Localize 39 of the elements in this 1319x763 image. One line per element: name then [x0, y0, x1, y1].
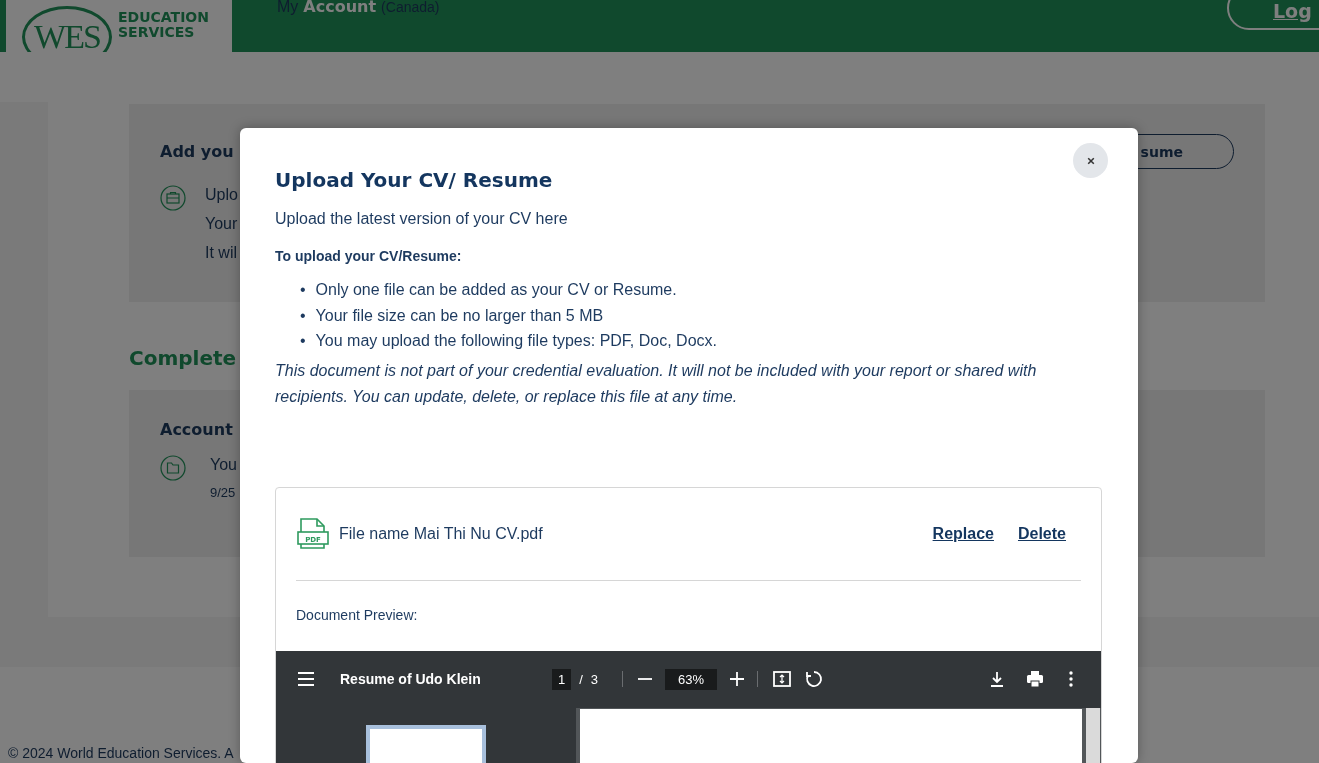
bullet-marker: •: [300, 280, 306, 300]
note-text: This document is not part of your credential evaluation. It will not be included with your report or shared with recipients. You can update, delete, or replace this file at any time.: [275, 360, 1038, 407]
print-icon[interactable]: [1025, 669, 1045, 689]
folder-icon: [160, 455, 186, 481]
card-heading: Account: [160, 420, 234, 439]
bullet-marker: •: [300, 331, 306, 351]
fit-page-icon[interactable]: [772, 669, 793, 689]
logo-text: SERVICES: [118, 25, 196, 40]
file-name: File name Mai Thi Nu CV.pdf: [339, 524, 544, 543]
page-separator: /: [579, 671, 583, 687]
scrollbar[interactable]: [1086, 707, 1100, 763]
logo-text: EDUCATION: [118, 10, 209, 25]
zoom-field[interactable]: 63%: [665, 668, 718, 690]
card-text: It wil: [205, 244, 238, 262]
rule-item: You may upload the following file types: PDF, Doc, Docx.: [315, 331, 717, 351]
rule-item: Only one file can be added as your CV or Resume.: [315, 280, 677, 300]
close-button[interactable]: [1073, 143, 1108, 178]
copyright-text: © 2024 World Education Services. A: [7, 744, 234, 761]
instructions-heading: To upload your CV/Resume:: [275, 248, 463, 264]
bullet-marker: •: [300, 305, 306, 326]
replace-link[interactable]: Replace: [932, 524, 994, 543]
page-number-field[interactable]: 1: [552, 668, 572, 690]
card-heading: Add you: [160, 142, 234, 161]
dialog-title: Upload Your CV/ Resume: [275, 168, 554, 192]
date-text: 9/25: [210, 485, 237, 500]
briefcase-icon: [160, 185, 186, 211]
header-title: Account: [303, 0, 377, 16]
card-text: Your: [205, 215, 238, 233]
rotate-icon[interactable]: [804, 669, 825, 689]
document-title: Resume of Udo Klein: [340, 671, 482, 687]
card-text: Uplo: [205, 186, 238, 204]
page-count: 3: [590, 671, 599, 687]
logo-mark: WES: [22, 6, 112, 52]
rule-item: Your file size can be no larger than 5 MB: [315, 305, 604, 326]
card-text: You: [210, 456, 237, 474]
preview-label: Document Preview:: [295, 605, 419, 625]
dialog-subtitle: Upload the latest version of your CV here: [275, 210, 569, 228]
menu-icon[interactable]: [296, 669, 316, 689]
delete-link[interactable]: Delete: [1017, 524, 1066, 543]
